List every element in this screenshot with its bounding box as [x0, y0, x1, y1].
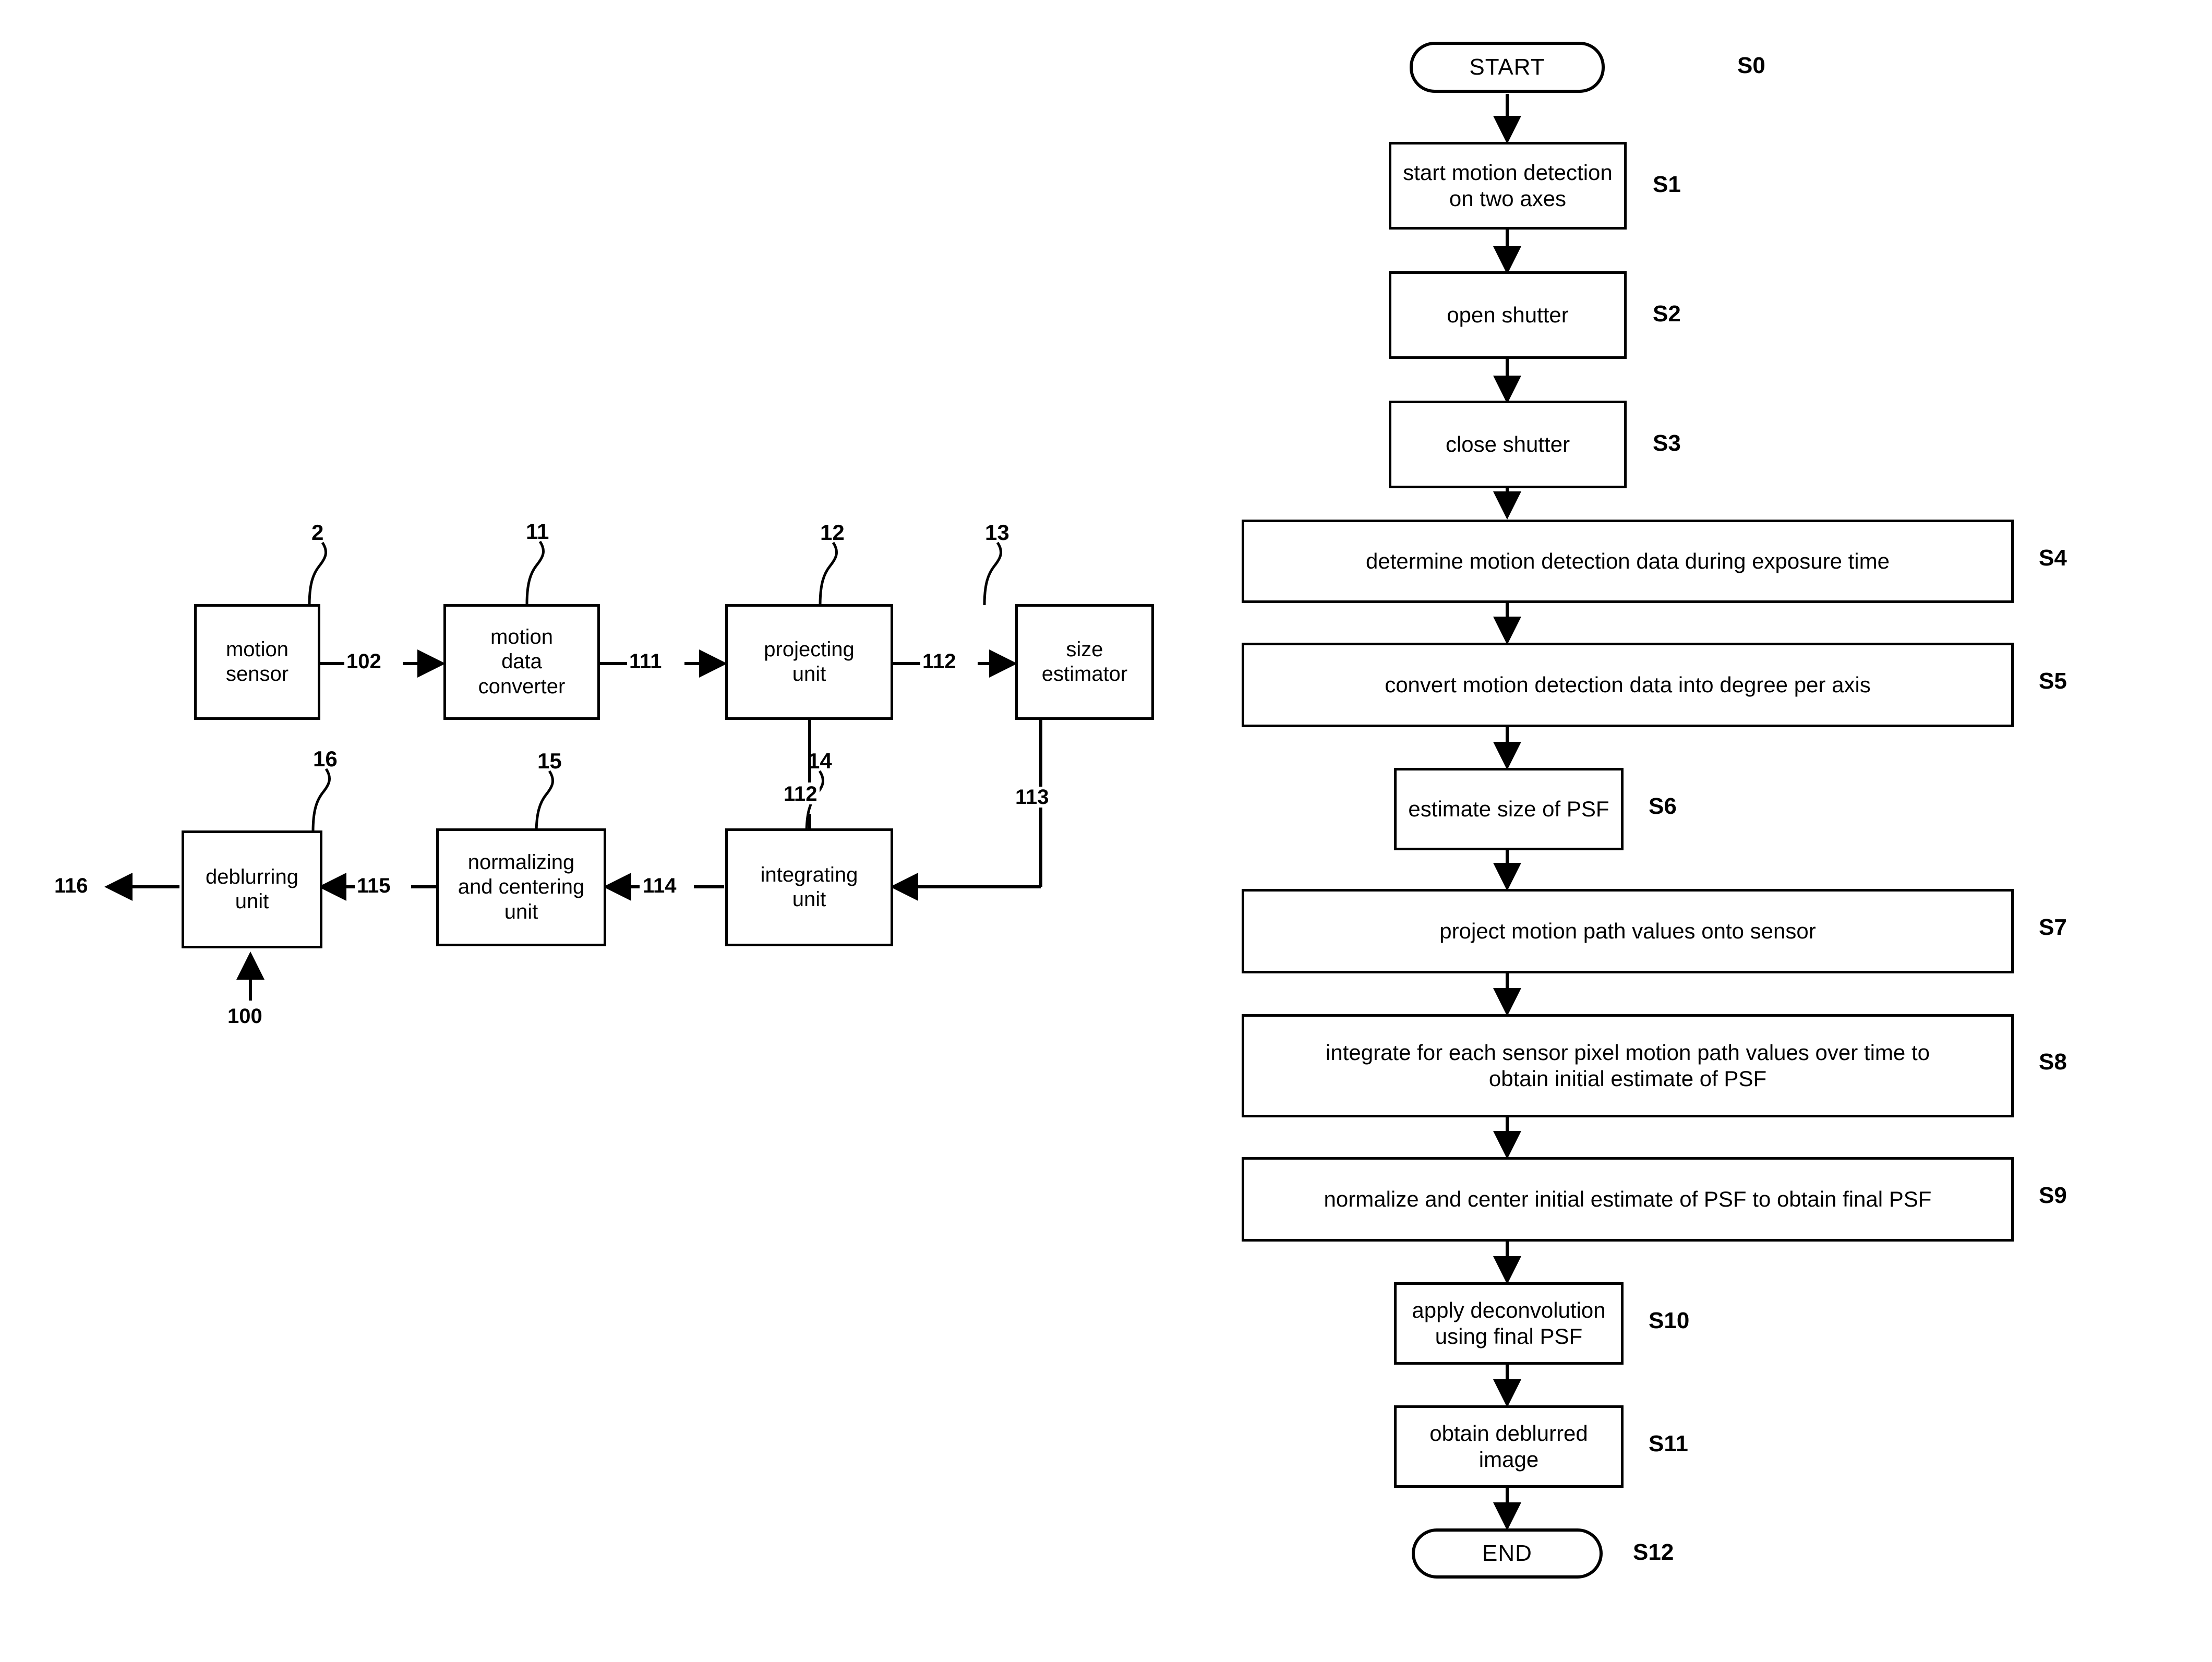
ref-12: 12 — [820, 520, 845, 545]
flow-node-s5-label: convert motion detection data into degre… — [1385, 672, 1871, 697]
block-integrating-unit-label: integrating unit — [760, 863, 858, 911]
flow-tag-s8: S8 — [2039, 1049, 2067, 1075]
ref-13: 13 — [985, 520, 1009, 545]
flow-node-s4[interactable]: determine motion detection data during e… — [1242, 520, 2014, 603]
flow-node-s1[interactable]: start motion detection on two axes — [1389, 142, 1627, 230]
flow-tag-s2: S2 — [1653, 301, 1681, 327]
flow-tag-s7: S7 — [2039, 914, 2067, 940]
flow-node-s6[interactable]: estimate size of PSF — [1394, 768, 1624, 850]
ref-2: 2 — [311, 520, 324, 545]
flow-tag-s10: S10 — [1649, 1308, 1690, 1333]
block-projecting-unit-label: projecting unit — [764, 637, 855, 685]
ref-16: 16 — [313, 746, 338, 771]
flow-tag-s11: S11 — [1649, 1431, 1688, 1456]
flow-node-s7-label: project motion path values onto sensor — [1439, 919, 1816, 944]
flow-node-s5[interactable]: convert motion detection data into degre… — [1242, 643, 2014, 727]
signal-113: 113 — [1013, 787, 1051, 808]
flow-node-end-label: END — [1482, 1540, 1532, 1566]
block-integrating-unit[interactable]: integrating unit — [725, 828, 893, 946]
flow-node-s8[interactable]: integrate for each sensor pixel motion p… — [1242, 1014, 2014, 1117]
flow-tag-s12: S12 — [1633, 1539, 1674, 1565]
flow-node-s6-label: estimate size of PSF — [1408, 797, 1609, 822]
ref-15: 15 — [537, 749, 562, 773]
block-motion-sensor-label: motion sensor — [225, 637, 289, 685]
flow-node-start-label: START — [1469, 54, 1545, 80]
flow-node-s11-label: obtain deblurred image — [1429, 1421, 1588, 1472]
flow-node-s3[interactable]: close shutter — [1389, 401, 1627, 488]
flow-node-s10[interactable]: apply deconvolution using final PSF — [1394, 1282, 1624, 1365]
block-motion-sensor[interactable]: motion sensor — [194, 604, 320, 720]
flow-node-s7[interactable]: project motion path values onto sensor — [1242, 889, 2014, 973]
block-normalizing-and-centering-unit[interactable]: normalizing and centering unit — [436, 828, 606, 946]
signal-116: 116 — [52, 875, 90, 896]
block-projecting-unit[interactable]: projecting unit — [725, 604, 893, 720]
flow-node-s8-label: integrate for each sensor pixel motion p… — [1326, 1040, 1930, 1091]
flow-node-s2[interactable]: open shutter — [1389, 271, 1627, 359]
flow-node-s10-label: apply deconvolution using final PSF — [1412, 1298, 1606, 1348]
flow-node-end[interactable]: END — [1412, 1528, 1603, 1579]
signal-100: 100 — [225, 1006, 265, 1027]
flow-node-s9-label: normalize and center initial estimate of… — [1324, 1187, 1932, 1212]
signal-112-to-size-estimator: 112 — [920, 651, 958, 672]
block-size-estimator[interactable]: size estimator — [1015, 604, 1154, 720]
flow-tag-s5: S5 — [2039, 668, 2067, 694]
block-deblurring-unit-label: deblurring unit — [206, 865, 298, 913]
flow-node-s4-label: determine motion detection data during e… — [1366, 549, 1890, 574]
flow-node-s9[interactable]: normalize and center initial estimate of… — [1242, 1157, 2014, 1242]
flow-tag-s4: S4 — [2039, 545, 2067, 571]
signal-111: 111 — [627, 651, 664, 672]
figure-canvas: motion sensor 2 motion data converter 11… — [0, 0, 2212, 1662]
block-normalizing-and-centering-unit-label: normalizing and centering unit — [458, 851, 585, 923]
block-deblurring-unit[interactable]: deblurring unit — [182, 830, 322, 948]
flow-node-s3-label: close shutter — [1445, 432, 1570, 457]
flow-node-s2-label: open shutter — [1447, 303, 1569, 328]
flow-node-s1-label: start motion detection on two axes — [1403, 160, 1613, 211]
signal-112-to-integrating-unit: 112 — [782, 784, 820, 804]
signal-102: 102 — [344, 651, 383, 672]
flow-tag-s6: S6 — [1649, 793, 1677, 819]
flow-tag-s3: S3 — [1653, 430, 1681, 456]
block-size-estimator-label: size estimator — [1041, 637, 1128, 685]
flow-node-start[interactable]: START — [1410, 42, 1605, 93]
signal-114: 114 — [641, 875, 679, 896]
flow-node-s11[interactable]: obtain deblurred image — [1394, 1405, 1624, 1488]
signal-115: 115 — [355, 875, 393, 896]
block-motion-data-converter[interactable]: motion data converter — [443, 604, 600, 720]
block-motion-data-converter-label: motion data converter — [478, 625, 566, 698]
flow-tag-s9: S9 — [2039, 1183, 2067, 1208]
ref-11: 11 — [526, 519, 549, 544]
flow-tag-s1: S1 — [1653, 172, 1681, 197]
connector-layer — [104, 94, 1521, 1531]
ref-14: 14 — [808, 749, 832, 773]
flow-tag-s0: S0 — [1737, 53, 1765, 78]
